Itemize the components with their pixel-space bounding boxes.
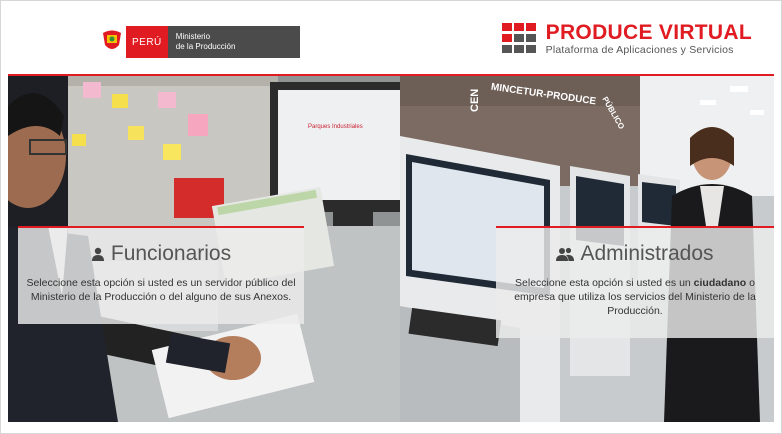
- users-icon: [556, 247, 575, 261]
- ministry-label: Ministerio de la Producción: [167, 26, 300, 58]
- peru-label: PERÚ: [126, 26, 168, 58]
- coat-of-arms-icon: [98, 27, 126, 57]
- administrados-desc-bold: ciudadano: [693, 277, 747, 289]
- brand-subtitle: Plataforma de Aplicaciones y Servicios: [545, 44, 734, 56]
- administrados-desc-start: Seleccione esta opción si usted es un: [515, 277, 691, 289]
- administrados-panel[interactable]: MINCETUR-PRODUCE CEN PÚBLICO Administrad…: [400, 76, 774, 422]
- wall-text-vertical: CEN: [469, 89, 481, 112]
- produce-grid-icon: [501, 23, 538, 55]
- funcionarios-description: Seleccione esta opción si usted es un se…: [26, 277, 296, 303]
- administrados-title: Administrados: [580, 242, 714, 265]
- ministry-line-1: Ministerio: [175, 32, 211, 41]
- brand-title: PRODUCE VIRTUAL: [545, 21, 752, 44]
- funcionarios-title: Funcionarios: [110, 242, 232, 265]
- ministry-line-2: de la Producción: [175, 42, 236, 51]
- funcionarios-panel[interactable]: Parques Industriales Funcionarios Selecc…: [8, 76, 400, 422]
- user-icon: [91, 247, 104, 261]
- administrados-card[interactable]: Administrados Seleccione esta opción si …: [496, 226, 774, 338]
- site-header: PERÚ Ministerio de la Producción PRODUCE…: [8, 8, 774, 76]
- government-logo[interactable]: PERÚ Ministerio de la Producción: [98, 26, 300, 58]
- monitor-text: Parques Industriales: [308, 124, 363, 130]
- funcionarios-card[interactable]: Funcionarios Seleccione esta opción si u…: [18, 226, 304, 324]
- administrados-description: Seleccione esta opción si usted es un ci…: [504, 276, 766, 318]
- produce-virtual-logo[interactable]: PRODUCE VIRTUAL Plataforma de Aplicacion…: [501, 21, 752, 56]
